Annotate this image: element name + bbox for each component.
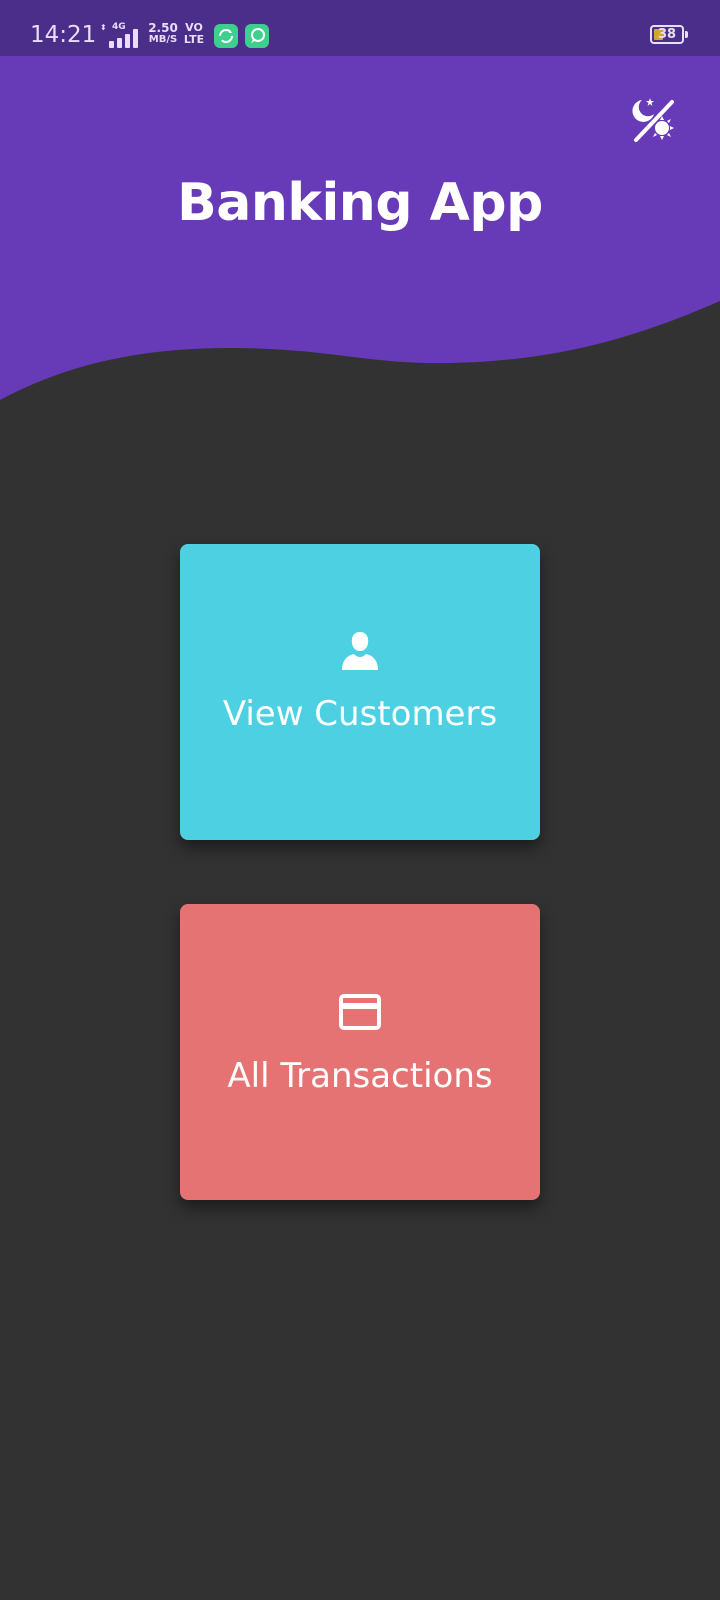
view-customers-button[interactable]: View Customers bbox=[180, 544, 540, 840]
all-transactions-label: All Transactions bbox=[227, 1056, 493, 1096]
net-speed-unit: MB/S bbox=[148, 34, 178, 45]
signal-bar bbox=[133, 29, 138, 48]
volte-indicator: VO LTE bbox=[182, 22, 206, 46]
battery-icon: 38 bbox=[650, 25, 684, 44]
chat-app-icon bbox=[245, 24, 269, 48]
status-bar: 14:21 ⬍ 4G 2.50 MB/S VO LTE 38 bbox=[0, 0, 720, 56]
page-title: Banking App bbox=[177, 173, 543, 233]
battery-level: 38 bbox=[657, 27, 677, 42]
battery-cap bbox=[685, 31, 688, 38]
day-night-toggle-icon[interactable] bbox=[628, 94, 680, 146]
data-arrows-icon: ⬍ bbox=[100, 23, 107, 32]
signal-bar bbox=[109, 41, 114, 48]
credit-card-icon bbox=[339, 994, 381, 1030]
signal-bar bbox=[117, 38, 122, 48]
volte-bottom: LTE bbox=[183, 33, 205, 46]
status-time: 14:21 bbox=[30, 22, 97, 48]
all-transactions-button[interactable]: All Transactions bbox=[180, 904, 540, 1200]
net-speed: 2.50 MB/S bbox=[146, 22, 180, 46]
network-type: 4G bbox=[112, 22, 126, 32]
signal-bar bbox=[125, 34, 130, 48]
signal-icon: ⬍ 4G bbox=[100, 22, 142, 48]
person-icon bbox=[342, 632, 378, 670]
view-customers-label: View Customers bbox=[222, 694, 498, 734]
net-speed-value: 2.50 bbox=[148, 21, 178, 35]
sync-app-icon bbox=[214, 24, 238, 48]
